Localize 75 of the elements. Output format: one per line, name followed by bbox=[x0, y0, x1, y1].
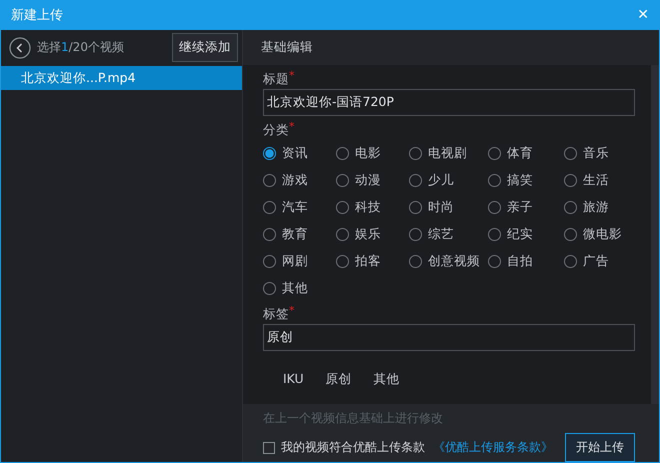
tag-suggestion[interactable]: 其他 bbox=[374, 371, 400, 388]
radio-button[interactable] bbox=[409, 174, 422, 187]
radio-button[interactable] bbox=[564, 255, 577, 268]
tag-suggestion[interactable]: 原创 bbox=[326, 371, 352, 388]
radio-label[interactable]: 教育 bbox=[282, 226, 308, 243]
radio-button[interactable] bbox=[263, 228, 276, 241]
radio-label[interactable]: 网剧 bbox=[282, 253, 308, 270]
video-counter: 选择1/20个视频 bbox=[37, 39, 124, 56]
scrollbar[interactable] bbox=[651, 65, 659, 404]
required-mark: * bbox=[289, 306, 294, 316]
radio-button[interactable] bbox=[336, 147, 349, 160]
field-label: 标题 bbox=[263, 71, 289, 88]
radio-label[interactable]: 纪实 bbox=[507, 226, 533, 243]
radio-label[interactable]: 微电影 bbox=[583, 226, 622, 243]
basic-edit-tab[interactable]: 基础编辑 bbox=[261, 39, 313, 56]
radio-button[interactable] bbox=[564, 174, 577, 187]
radio-button[interactable] bbox=[263, 147, 276, 160]
radio-label[interactable]: 亲子 bbox=[507, 199, 533, 216]
radio-label[interactable]: 娱乐 bbox=[355, 226, 381, 243]
radio-label[interactable]: 广告 bbox=[583, 253, 609, 270]
radio-label[interactable]: 音乐 bbox=[583, 145, 609, 162]
radio-button[interactable] bbox=[263, 174, 276, 187]
radio-label[interactable]: 旅游 bbox=[583, 199, 609, 216]
back-icon[interactable] bbox=[9, 36, 31, 58]
terms-link[interactable]: 《优酷上传服务条款》 bbox=[433, 439, 553, 456]
radio-label[interactable]: 科技 bbox=[355, 199, 381, 216]
radio-button[interactable] bbox=[488, 201, 501, 214]
radio-button[interactable] bbox=[336, 201, 349, 214]
radio-label[interactable]: 电视剧 bbox=[428, 145, 467, 162]
radio-label[interactable]: 搞笑 bbox=[507, 172, 533, 189]
radio-button[interactable] bbox=[409, 201, 422, 214]
radio-button[interactable] bbox=[263, 282, 276, 295]
radio-button[interactable] bbox=[336, 228, 349, 241]
radio-button[interactable] bbox=[263, 201, 276, 214]
field-label: 标签 bbox=[263, 306, 289, 323]
radio-button[interactable] bbox=[488, 255, 501, 268]
required-mark: * bbox=[289, 122, 294, 132]
add-more-button[interactable]: 继续添加 bbox=[172, 33, 238, 62]
radio-button[interactable] bbox=[336, 255, 349, 268]
radio-button[interactable] bbox=[564, 201, 577, 214]
radio-button[interactable] bbox=[409, 255, 422, 268]
radio-label[interactable]: 动漫 bbox=[355, 172, 381, 189]
hint-text: 在上一个视频信息基础上进行修改 bbox=[263, 410, 444, 427]
radio-button[interactable] bbox=[263, 255, 276, 268]
radio-label[interactable]: 时尚 bbox=[428, 199, 454, 216]
start-upload-button[interactable]: 开始上传 bbox=[565, 433, 635, 462]
radio-button[interactable] bbox=[336, 174, 349, 187]
radio-label[interactable]: 电影 bbox=[355, 145, 381, 162]
radio-label[interactable]: 自拍 bbox=[507, 253, 533, 270]
radio-button[interactable] bbox=[409, 228, 422, 241]
radio-button[interactable] bbox=[409, 147, 422, 160]
video-list-item[interactable]: 北京欢迎你...P.mp4 bbox=[1, 66, 242, 90]
radio-button[interactable] bbox=[564, 228, 577, 241]
radio-label[interactable]: 生活 bbox=[583, 172, 609, 189]
radio-label[interactable]: 其他 bbox=[282, 280, 308, 297]
radio-label[interactable]: 拍客 bbox=[355, 253, 381, 270]
radio-label[interactable]: 少儿 bbox=[428, 172, 454, 189]
agree-label[interactable]: 我的视频符合优酷上传条款 bbox=[281, 439, 425, 456]
tag-suggestion[interactable]: IKU bbox=[283, 371, 304, 388]
agree-checkbox[interactable] bbox=[263, 442, 275, 454]
radio-label[interactable]: 资讯 bbox=[282, 145, 308, 162]
tags-input-field[interactable]: 原创 bbox=[263, 324, 635, 351]
radio-button[interactable] bbox=[488, 147, 501, 160]
radio-button[interactable] bbox=[488, 174, 501, 187]
radio-button[interactable] bbox=[564, 147, 577, 160]
radio-label[interactable]: 游戏 bbox=[282, 172, 308, 189]
radio-label[interactable]: 汽车 bbox=[282, 199, 308, 216]
radio-label[interactable]: 创意视频 bbox=[428, 253, 480, 270]
radio-label[interactable]: 综艺 bbox=[428, 226, 454, 243]
title-input-field[interactable]: 北京欢迎你-国语720P bbox=[263, 89, 635, 116]
required-mark: * bbox=[289, 71, 294, 81]
radio-button[interactable] bbox=[488, 228, 501, 241]
radio-label[interactable]: 体育 bbox=[507, 145, 533, 162]
window-title: 新建上传 bbox=[11, 7, 63, 24]
field-label: 分类 bbox=[263, 122, 289, 139]
